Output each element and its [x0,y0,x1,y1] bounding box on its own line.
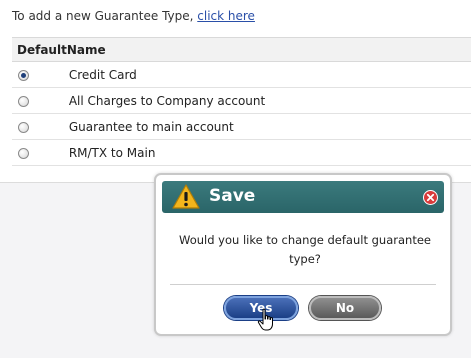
no-button[interactable]: No [309,296,381,320]
dialog-divider [170,284,436,285]
guarantee-type-panel: To add a new Guarantee Type, click here … [0,0,471,183]
column-header-name: Name [66,37,471,62]
default-radio-rm-tx-main[interactable] [18,147,29,159]
default-radio-credit-card[interactable] [18,69,29,81]
default-radio-main-account[interactable] [18,121,29,133]
table-row: All Charges to Company account [12,87,471,114]
dialog-message: Would you like to change default guarant… [179,233,431,266]
name-cell: Credit Card [66,61,471,88]
name-cell: All Charges to Company account [66,87,471,114]
dialog-title: Save [209,186,256,206]
warning-icon [172,184,200,209]
default-cell [12,87,67,114]
hand-cursor-icon [257,308,273,331]
intro-line: To add a new Guarantee Type, click here [12,9,255,23]
table-row: Credit Card [12,61,471,88]
default-cell [12,113,67,140]
intro-text: To add a new Guarantee Type, [12,9,198,23]
column-header-default: Default [12,37,67,62]
name-cell: Guarantee to main account [66,113,471,140]
default-cell [12,139,67,166]
name-cell: RM/TX to Main [66,139,471,166]
default-cell [12,61,67,88]
guarantee-type-table: Default Name Credit Card All Charges to … [12,37,471,166]
add-guarantee-type-link[interactable]: click here [197,9,255,23]
table-header-row: Default Name [12,37,471,62]
save-dialog: Save Would you like to change default gu… [154,173,452,336]
close-icon[interactable] [423,190,438,205]
dialog-title-bar: Save [162,181,444,213]
table-row: Guarantee to main account [12,113,471,140]
default-radio-company-account[interactable] [18,95,29,107]
table-row: RM/TX to Main [12,139,471,166]
